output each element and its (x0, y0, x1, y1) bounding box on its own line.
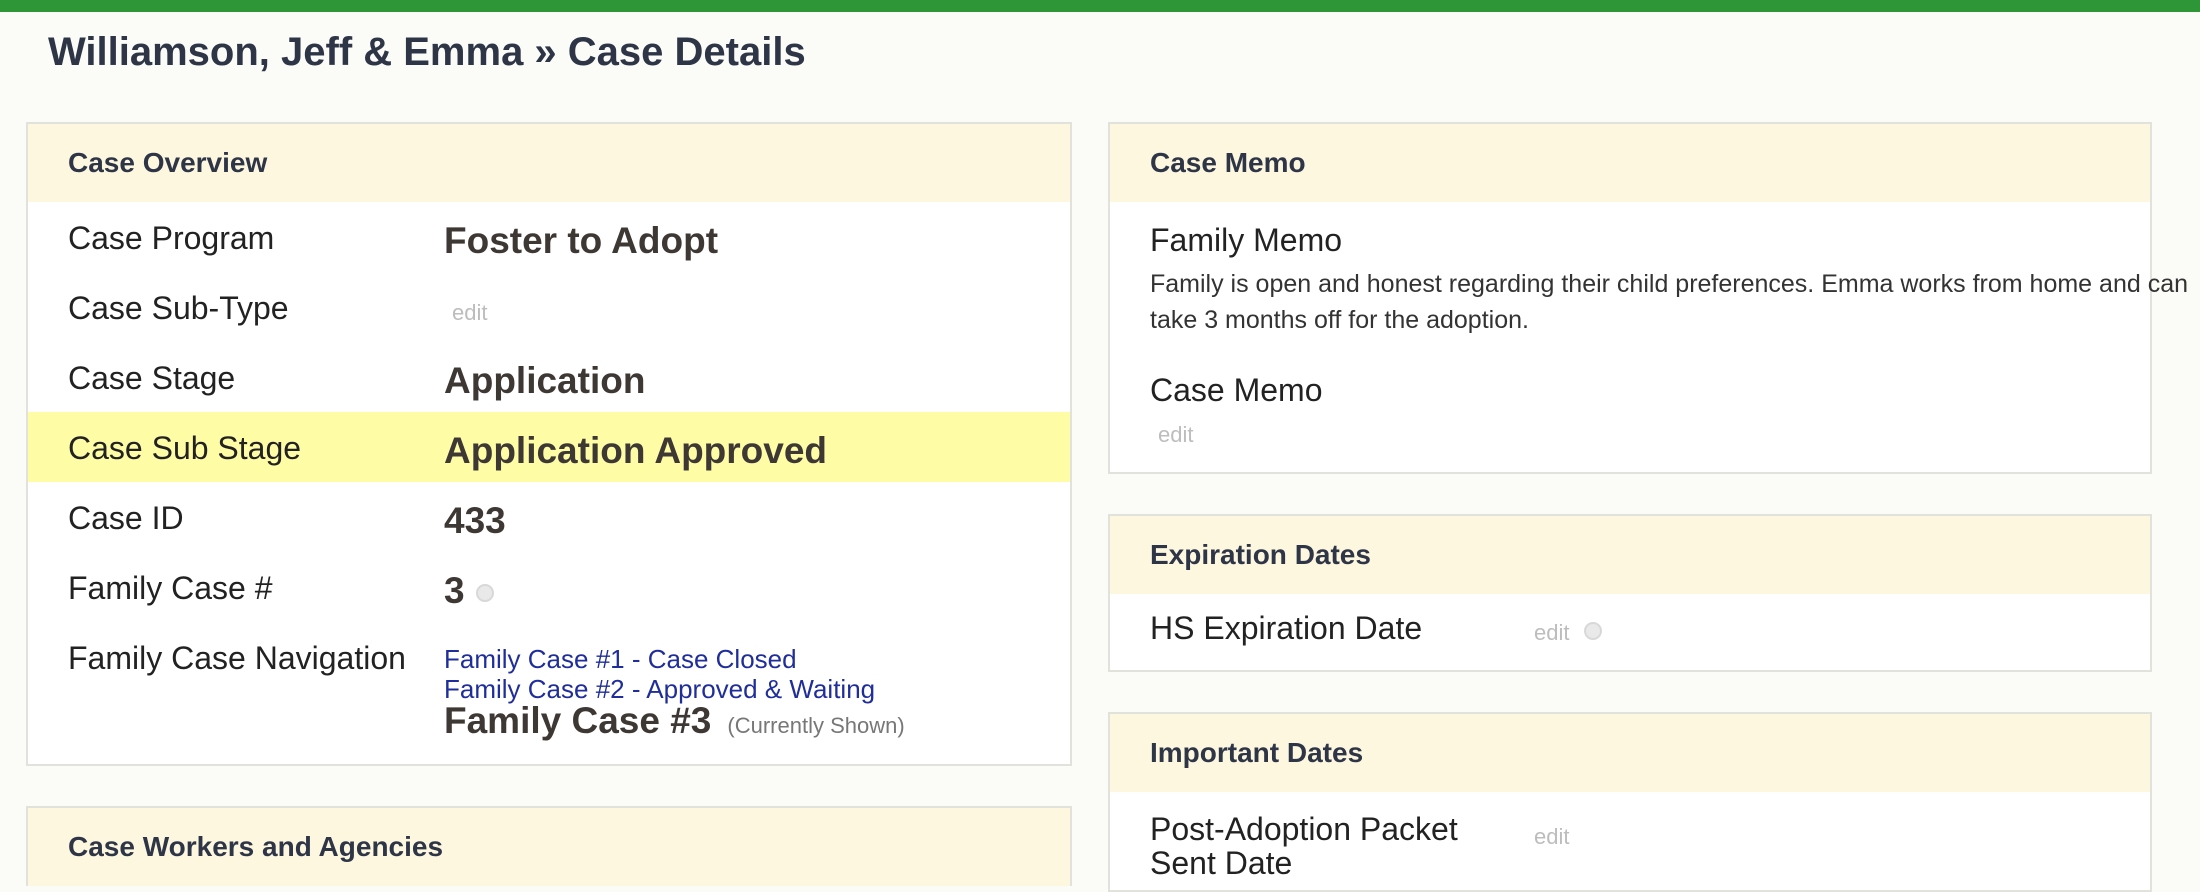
case-program-label: Case Program (68, 220, 275, 256)
case-stage-value: Application (444, 360, 646, 401)
family-case-number-value: 3 (444, 570, 465, 611)
case-sub-type-edit-link[interactable]: edit (452, 300, 487, 326)
case-sub-stage-value: Application Approved (444, 430, 828, 471)
case-id-value: 433 (444, 500, 506, 541)
case-memo-title: Case Memo (1150, 372, 1323, 408)
hs-expiration-date-label: HS Expiration Date (1150, 610, 1423, 646)
page-title: Williamson, Jeff & Emma » Case Details (48, 30, 806, 74)
current-family-case: Family Case #3 (Currently Shown) (444, 700, 905, 742)
post-adoption-packet-label: Post-Adoption Packet Sent Date (1150, 811, 1458, 881)
case-id-row: Case ID 433 (28, 482, 1070, 552)
case-workers-header: Case Workers and Agencies (28, 808, 1070, 886)
family-case-navigation-row: Family Case Navigation Family Case #1 - … (28, 622, 1070, 762)
case-stage-row: Case Stage Application (28, 342, 1070, 412)
currently-shown-note: (Currently Shown) (727, 713, 905, 738)
top-accent-bar (0, 0, 2200, 12)
case-memo-edit-link[interactable]: edit (1158, 422, 1193, 448)
case-overview-panel: Case Overview Case Program Foster to Ado… (26, 122, 1072, 766)
family-case-number-label: Family Case # (68, 570, 273, 606)
family-memo-title: Family Memo (1150, 222, 1343, 258)
case-memo-panel: Case Memo Family Memo Family is open and… (1108, 122, 2188, 474)
case-program-row: Case Program Foster to Adopt (28, 202, 1070, 272)
important-dates-panel: Important Dates Post-Adoption Packet Sen… (1108, 712, 2152, 892)
case-program-value: Foster to Adopt (444, 220, 719, 261)
case-sub-type-label: Case Sub-Type (68, 290, 289, 326)
case-sub-stage-row: Case Sub Stage Application Approved (28, 412, 1070, 482)
important-dates-header: Important Dates (1110, 714, 2150, 792)
case-sub-stage-label: Case Sub Stage (68, 430, 302, 466)
expiration-dates-header: Expiration Dates (1110, 516, 2150, 594)
case-overview-header: Case Overview (28, 124, 1070, 202)
info-dot-icon[interactable] (476, 584, 494, 602)
case-id-label: Case ID (68, 500, 184, 536)
hs-expiration-edit-link[interactable]: edit (1534, 620, 1569, 646)
expiration-dates-panel: Expiration Dates HS Expiration Date edit (1108, 514, 2152, 672)
case-stage-label: Case Stage (68, 360, 236, 396)
family-case-1-link[interactable]: Family Case #1 - Case Closed (444, 644, 797, 675)
case-memo-header: Case Memo (1110, 124, 2150, 202)
case-sub-type-row: Case Sub-Type edit (28, 272, 1070, 342)
family-case-number-row: Family Case # 3 (28, 552, 1070, 622)
post-adoption-edit-link[interactable]: edit (1534, 824, 1569, 850)
family-case-navigation-label: Family Case Navigation (68, 640, 406, 676)
case-workers-panel: Case Workers and Agencies (26, 806, 1072, 886)
info-dot-icon[interactable] (1584, 622, 1602, 640)
current-family-case-label: Family Case #3 (444, 700, 712, 741)
family-memo-text: Family is open and honest regarding thei… (1150, 270, 2189, 334)
